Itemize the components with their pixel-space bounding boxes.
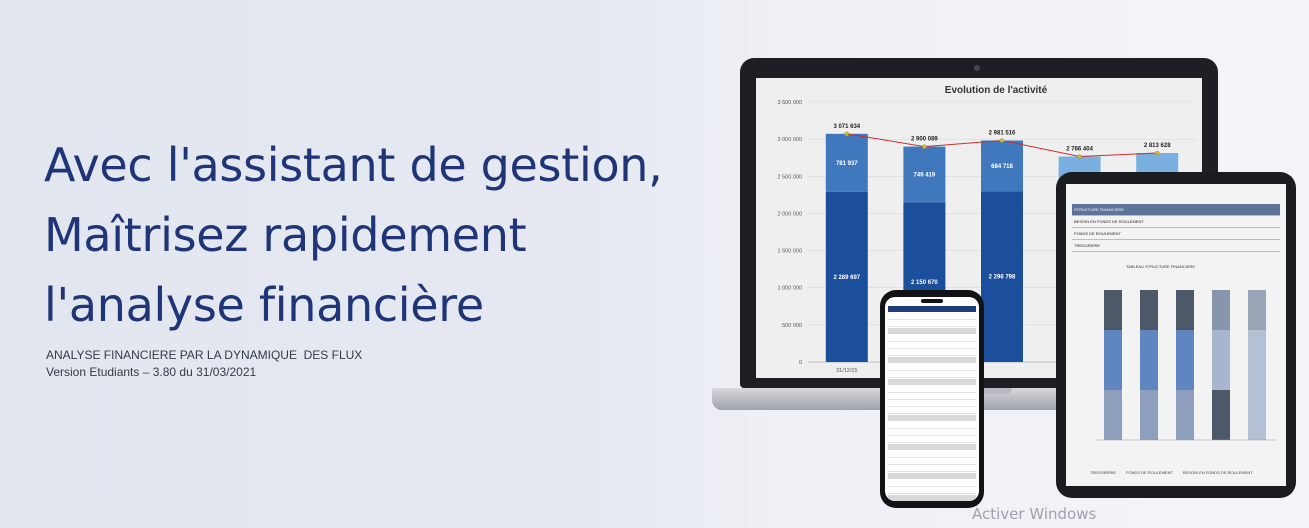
table-row: FONDS DE ROULEMENT	[1072, 228, 1280, 240]
total-label: 2 981 516	[989, 131, 1016, 137]
y-tick-label: 1 500 000	[778, 249, 802, 255]
total-point	[844, 131, 850, 137]
version-info: Version Etudiants – 3.80 du 31/03/2021	[46, 365, 257, 379]
bar-top-label: 749 419	[914, 172, 936, 178]
hero-subtitle: ANALYSE FINANCIERE PAR LA DYNAMIQUE DES …	[46, 347, 362, 381]
bar-top-label: 684 718	[991, 164, 1013, 170]
legend-item: BESOIN EN FONDS DE ROULEMENT	[1182, 470, 1253, 475]
x-tick-label: 31/12/15	[836, 368, 857, 374]
y-tick-label: 1 000 000	[778, 286, 802, 292]
table-row: TRESORERIE	[1072, 240, 1280, 252]
legend-item: FONDS DE ROULEMENT	[1126, 470, 1173, 475]
total-point	[1077, 154, 1082, 159]
total-label: 2 813 628	[1144, 143, 1171, 149]
camera-icon	[974, 65, 980, 71]
tablet-screen: STRUCTURE FINANCIERE BESOIN EN FONDS DE …	[1066, 184, 1286, 486]
y-tick-label: 0	[799, 360, 802, 366]
total-label: 2 766 404	[1066, 146, 1093, 152]
y-tick-label: 3 000 000	[778, 137, 802, 143]
product-name: ANALYSE FINANCIERE PAR LA DYNAMIQUE DES …	[46, 348, 363, 362]
structure-table: STRUCTURE FINANCIERE BESOIN EN FONDS DE …	[1072, 204, 1280, 252]
y-tick-label: 500 000	[782, 323, 802, 329]
total-label: 2 900 089	[911, 137, 938, 143]
table-cell: BESOIN EN FONDS DE ROULEMENT	[1074, 219, 1144, 224]
phone-notch	[921, 299, 943, 303]
hero-headline: Avec l'assistant de gestion, Maîtrisez r…	[44, 130, 663, 340]
headline-line-1: Avec l'assistant de gestion,	[44, 138, 663, 192]
phone-table-header	[888, 306, 976, 312]
table-cell: FONDS DE ROULEMENT	[1074, 231, 1121, 236]
chart-title: Evolution de l'activité	[945, 85, 1048, 96]
phone-mockup	[880, 290, 984, 508]
tablet-chart-title: TABLEAU STRUCTURE FINANCIERE	[1126, 264, 1196, 269]
tablet-legend: TRESORERIE FONDS DE ROULEMENT BESOIN EN …	[1090, 470, 1253, 475]
legend-item: TRESORERIE	[1090, 470, 1117, 475]
table-row: STRUCTURE FINANCIERE	[1072, 204, 1280, 216]
y-tick-label: 2 000 000	[778, 211, 802, 217]
headline-line-2: Maîtrisez rapidement	[44, 208, 527, 262]
activation-watermark: Activer Windows	[972, 505, 1097, 523]
table-row: BESOIN EN FONDS DE ROULEMENT	[1072, 216, 1280, 228]
total-point	[1155, 150, 1160, 156]
phone-screen	[885, 297, 979, 501]
total-point	[922, 144, 927, 149]
total-label: 3 071 634	[833, 124, 860, 130]
headline-line-3: l'analyse financière	[44, 278, 484, 332]
table-cell: TRESORERIE	[1074, 243, 1101, 248]
page: { "hero": { "lines": ["Avec l'assistant …	[0, 0, 1309, 528]
bar-top-label: 781 937	[836, 161, 858, 167]
y-tick-label: 3 500 000	[778, 100, 802, 106]
table-cell: STRUCTURE FINANCIERE	[1074, 207, 1125, 212]
bar-base-label: 2 289 697	[833, 275, 860, 281]
bar-base-label: 2 296 798	[989, 275, 1016, 281]
tablet-mockup: STRUCTURE FINANCIERE BESOIN EN FONDS DE …	[1056, 172, 1296, 498]
total-point	[999, 138, 1005, 143]
structure-chart	[1096, 290, 1276, 441]
structure-bars	[1104, 290, 1266, 440]
y-tick-label: 2 500 000	[778, 174, 802, 180]
bar-base-label: 2 150 670	[911, 280, 938, 286]
